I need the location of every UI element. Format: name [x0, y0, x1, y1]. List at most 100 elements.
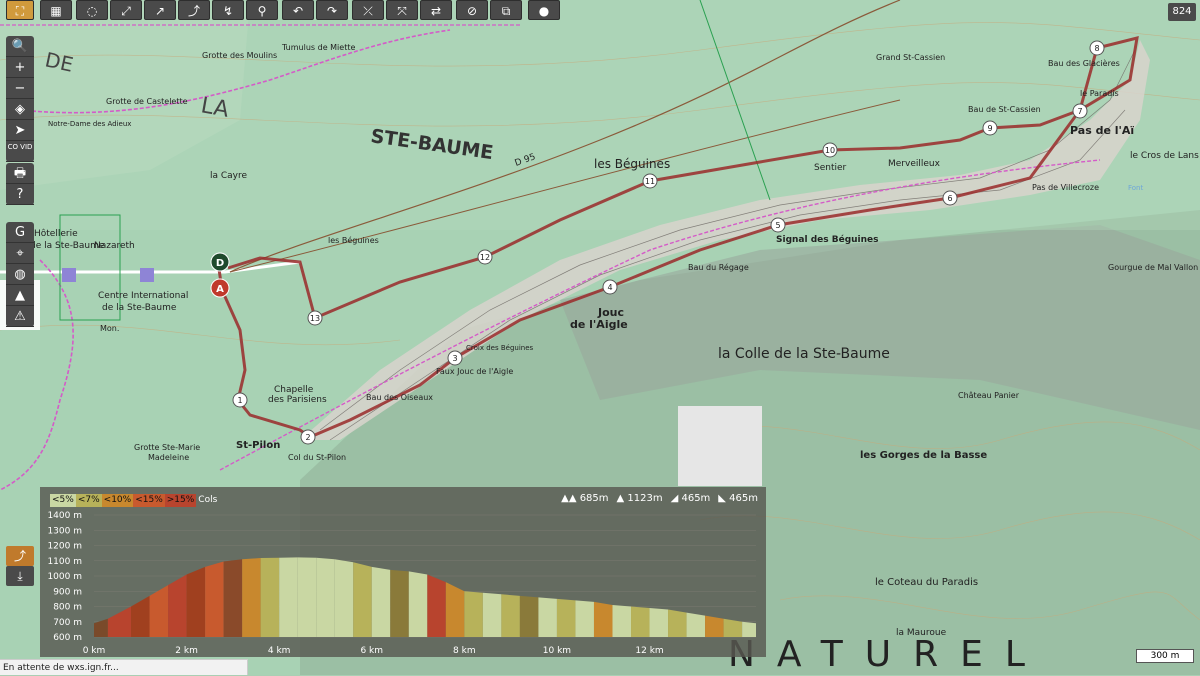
profile-segment	[575, 600, 594, 637]
profile-segment	[205, 561, 224, 637]
map-label-centre: Centre International	[98, 291, 188, 301]
sidebar-tools: 🔍 + − ◈ ➤ CO VID	[6, 36, 34, 162]
x-tick-label: 2 km	[175, 646, 198, 656]
profile-segment	[742, 621, 756, 637]
x-tick-label: 12 km	[635, 646, 663, 656]
reverse-icon[interactable]: ⇄	[420, 0, 452, 20]
copy-icon[interactable]: ⧉	[490, 0, 522, 20]
split-icon[interactable]: ⤫	[352, 0, 384, 20]
map-label-nazareth: Nazareth	[94, 241, 135, 251]
download-icon[interactable]: ⤓	[6, 566, 34, 586]
map-select-icon[interactable]: ▦	[40, 0, 72, 20]
map-label-merveilleux: Merveilleux	[888, 159, 941, 169]
waypoint-label: 11	[645, 177, 655, 186]
hazard-icon[interactable]: ⚠	[6, 306, 34, 327]
hiking-route-icon[interactable]: ⤴	[178, 0, 210, 20]
draw-line-icon[interactable]: ⤢	[110, 0, 142, 20]
waypoint-label: 1	[237, 396, 242, 405]
map-label-centre-2: de la Ste-Baume	[102, 303, 177, 313]
waypoint-label: 8	[1094, 44, 1099, 53]
map-label-col-pilon: Col du St-Pilon	[288, 453, 346, 462]
no-elevation-icon[interactable]: ⊘	[456, 0, 488, 20]
covid-icon[interactable]: CO VID	[6, 141, 34, 162]
map-label-bau-glacieres: Bau des Glacières	[1048, 58, 1120, 68]
x-tick-label: 10 km	[543, 646, 571, 656]
waypoint-label: 3	[452, 354, 457, 363]
y-tick-label: 800 m	[53, 603, 82, 613]
google-icon[interactable]: G	[6, 222, 34, 243]
draw-route-icon[interactable]: ↗	[144, 0, 176, 20]
profile-segment	[242, 558, 261, 637]
bike-route-icon[interactable]: ⚲	[246, 0, 278, 20]
zoom-in-icon[interactable]: +	[6, 57, 34, 78]
parking-icon	[62, 268, 76, 282]
profile-segment	[353, 562, 372, 637]
profile-segment	[223, 559, 243, 637]
profile-segment	[649, 608, 669, 637]
profile-toggle-icon[interactable]: ⤴	[6, 546, 34, 566]
profile-segment	[334, 559, 354, 637]
map-label-coteau: le Coteau du Paradis	[875, 577, 978, 588]
scale-bar: 300 m	[1136, 649, 1194, 663]
profile-segment	[408, 571, 428, 637]
undo-icon[interactable]: ↶	[282, 0, 314, 20]
end-marker-label: A	[216, 284, 224, 295]
marker-icon[interactable]: ●	[528, 0, 560, 20]
globe-icon[interactable]: ◍	[6, 264, 34, 285]
map-label-parisiens: des Parisiens	[268, 395, 327, 405]
map-label-naturel: NATUREL	[728, 634, 1047, 675]
waypoint-label: 10	[825, 146, 835, 155]
hide-icon[interactable]: ◌	[76, 0, 108, 20]
y-tick-label: 700 m	[53, 618, 82, 628]
zoom-level: 824	[1168, 3, 1196, 21]
profile-segment	[131, 595, 150, 637]
print-icon[interactable]: 🖶	[6, 163, 34, 184]
profile-segment	[186, 566, 206, 637]
map-label-grotte-castelette: Grotte de Castelette	[106, 97, 188, 106]
join-icon[interactable]: ⤧	[386, 0, 418, 20]
y-tick-label: 1100 m	[47, 557, 82, 567]
elevation-profile[interactable]: <5% <7% <10% <15% >15% Cols ▲▲ 685m ▲ 1123m ◢…	[40, 487, 766, 657]
mountain-icon[interactable]: ▲	[6, 285, 34, 306]
map-label-beguines-2: les Béguines	[328, 235, 379, 245]
waypoint-label: 13	[310, 314, 320, 323]
map-label-croix: Croix des Béguines	[466, 344, 534, 352]
map-label-beguines: les Béguines	[594, 157, 670, 171]
zoom-out-icon[interactable]: −	[6, 78, 34, 99]
layers-icon[interactable]: ◈	[6, 99, 34, 120]
help-icon[interactable]: ?	[6, 184, 34, 205]
profile-chart: 1400 m 1300 m 1200 m 1100 m 1000 m 900 m 800 m…	[47, 511, 756, 656]
waypoint-label: 5	[775, 221, 780, 230]
map-label-sentier: Sentier	[814, 163, 847, 173]
profile-segment	[149, 585, 169, 637]
profile-segment	[371, 566, 391, 637]
profile-segment	[668, 609, 687, 637]
crosshair-icon[interactable]: ⌖	[6, 243, 34, 264]
fullscreen-icon[interactable]: ⛶	[6, 0, 34, 20]
trail-route-icon[interactable]: ↯	[212, 0, 244, 20]
redo-icon[interactable]: ↷	[316, 0, 348, 20]
map-label-gorges: les Gorges de la Basse	[860, 450, 987, 461]
profile-segment	[168, 574, 187, 637]
map-label-cros-lans: le Cros de Lans	[1130, 151, 1199, 161]
map-label-hotellerie: Hôtellerie	[34, 228, 78, 239]
map-label-grand-cassien: Grand St-Cassien	[876, 53, 945, 62]
map-label-la-cayre: la Cayre	[210, 171, 248, 181]
map-label-st-pilon: St-Pilon	[236, 440, 280, 451]
profile-segment	[279, 557, 298, 637]
profile-segment	[297, 557, 317, 637]
missing-tile	[678, 406, 762, 486]
waypoint-label: 2	[305, 433, 310, 442]
profile-segment	[538, 597, 557, 637]
y-tick-label: 900 m	[53, 587, 82, 597]
profile-segment	[631, 606, 650, 637]
map-label-font: Font	[1128, 184, 1143, 192]
y-tick-label: 1300 m	[47, 526, 82, 536]
map-label-pas-villecroze: Pas de Villecroze	[1032, 183, 1099, 192]
profile-segment	[556, 598, 576, 637]
x-tick-label: 4 km	[268, 646, 291, 656]
profile-segment	[464, 591, 483, 637]
map-label-colle: la Colle de la Ste-Baume	[718, 346, 890, 362]
search-icon[interactable]: 🔍	[6, 36, 34, 57]
locate-icon[interactable]: ➤	[6, 120, 34, 141]
